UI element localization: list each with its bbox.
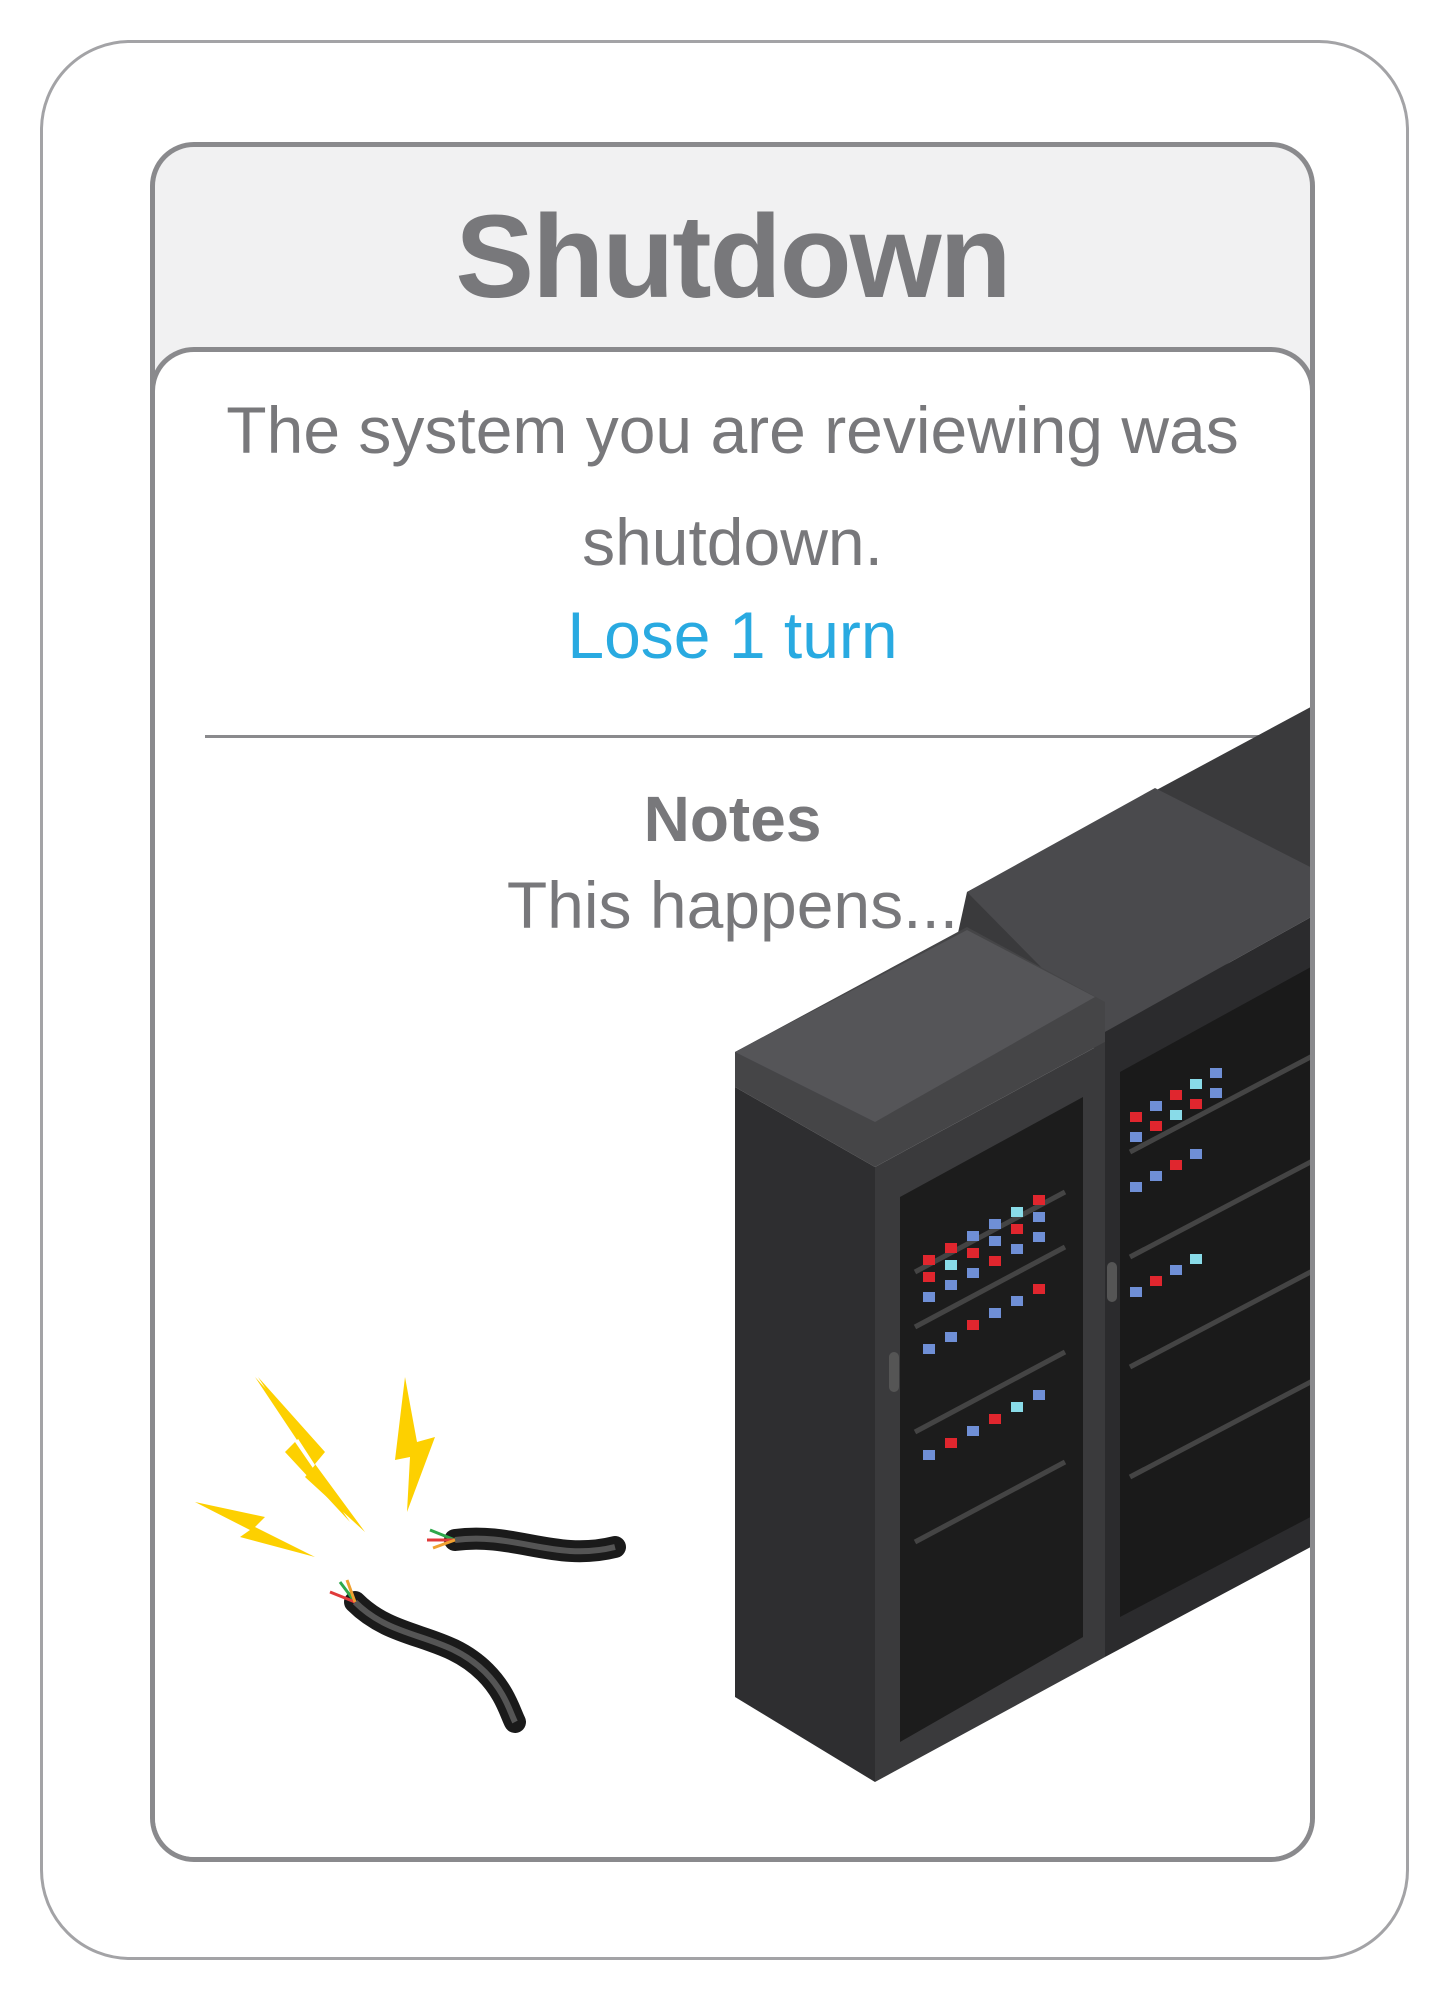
card-title: Shutdown (455, 191, 1011, 323)
server-rack-icon (735, 707, 1310, 1782)
card: Shutdown The system you are reviewing wa… (150, 142, 1315, 1862)
server-illustration (195, 707, 1310, 1782)
cut-cable-icon (329, 1527, 626, 1733)
lightning-bolt-icon (195, 1377, 435, 1557)
card-body: The system you are reviewing was shutdow… (155, 347, 1310, 1857)
